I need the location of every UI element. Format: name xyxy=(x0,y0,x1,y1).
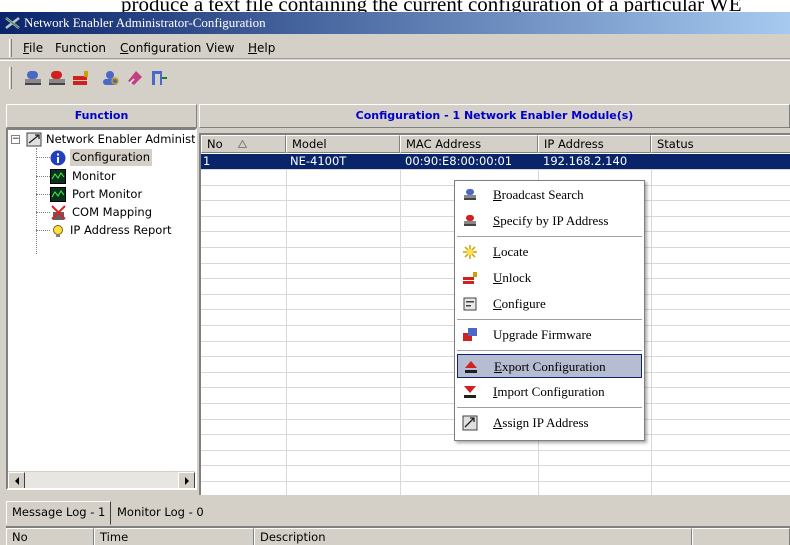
menu-assign-ip[interactable]: Assign IP Address xyxy=(457,411,642,435)
menu-separator xyxy=(457,350,642,351)
menu-unlock[interactable]: Unlock xyxy=(457,266,642,290)
menu-locate[interactable]: Locate xyxy=(457,240,642,264)
grid-column-line xyxy=(400,153,401,495)
monitor-icon xyxy=(50,169,66,184)
log-tabs: Message Log - 1 Monitor Log - 0 xyxy=(0,498,790,528)
config-panel-title: Configuration - 1 Network Enabler Module… xyxy=(199,104,790,128)
locate-icon xyxy=(463,245,477,259)
tree-item-label: Port Monitor xyxy=(72,187,143,201)
menu-import-configuration[interactable]: Import Configuration xyxy=(457,380,642,404)
info-icon xyxy=(50,150,66,166)
menu-function[interactable]: Function xyxy=(52,40,109,56)
grid-header: No Model MAC Address IP Address Status xyxy=(201,135,790,153)
unlock-icon xyxy=(463,272,477,284)
menu-separator xyxy=(457,319,642,320)
cell-no: 1 xyxy=(203,154,211,168)
assign-ip-icon xyxy=(462,415,478,431)
menu-separator xyxy=(457,236,642,237)
tree-connector xyxy=(36,194,50,195)
log-grid: No Time Description xyxy=(6,526,790,545)
specify-ip-icon[interactable] xyxy=(46,67,68,89)
tree-item-label: Configuration xyxy=(70,149,152,166)
tree-connector xyxy=(36,148,37,254)
menu-grip xyxy=(9,39,12,57)
upgrade-firmware-icon xyxy=(463,328,477,341)
configure-icon xyxy=(463,297,477,311)
menu-specify-ip[interactable]: Specify by IP Address xyxy=(457,209,642,233)
app-window: Network Enabler Administrator-Configurat… xyxy=(0,12,790,545)
menu-configuration[interactable]: Configuration xyxy=(117,40,204,56)
col-header-mac[interactable]: MAC Address xyxy=(400,135,538,153)
tree-connector xyxy=(36,157,50,158)
tree-connector xyxy=(36,230,50,231)
col-header-status[interactable]: Status xyxy=(651,135,790,153)
cell-mac: 00:90:E8:00:00:01 xyxy=(405,154,513,168)
tree-root-label: Network Enabler Administrator xyxy=(46,132,196,146)
unlock-icon[interactable] xyxy=(70,67,92,89)
export-icon xyxy=(465,361,477,373)
menu-separator xyxy=(457,407,642,408)
configure-icon[interactable] xyxy=(124,67,146,89)
table-row[interactable]: 1 NE-4100T 00:90:E8:00:00:01 192.168.2.1… xyxy=(201,154,790,169)
menu-file[interactable]: File xyxy=(20,40,46,56)
scroll-left-button[interactable] xyxy=(8,472,25,488)
tree-connector xyxy=(36,176,50,177)
import-icon xyxy=(464,386,476,398)
lightbulb-icon xyxy=(53,225,63,237)
toolbar-grip xyxy=(9,67,12,89)
grid-column-line xyxy=(286,153,287,495)
menu-broadcast-search[interactable]: Broadcast Search xyxy=(457,183,642,207)
arrow-left-icon xyxy=(15,477,19,485)
title-bar[interactable]: Network Enabler Administrator-Configurat… xyxy=(0,12,790,34)
tab-message-log[interactable]: Message Log - 1 xyxy=(6,501,112,525)
menu-upgrade-firmware[interactable]: Upgrade Firmware xyxy=(457,323,642,347)
window-title: Network Enabler Administrator-Configurat… xyxy=(24,15,266,30)
col-header-ip[interactable]: IP Address xyxy=(538,135,651,153)
search-user-icon[interactable] xyxy=(100,67,122,89)
cell-ip: 192.168.2.140 xyxy=(543,154,628,168)
tree-item-label: IP Address Report xyxy=(70,223,172,237)
broadcast-search-icon[interactable] xyxy=(22,67,44,89)
col-header-no[interactable]: No xyxy=(201,135,286,153)
app-icon xyxy=(5,17,20,29)
log-col-extra[interactable] xyxy=(692,528,790,545)
grid-column-line xyxy=(651,153,652,495)
menu-bar: File Function Configuration View Help xyxy=(0,37,790,59)
col-header-label: No xyxy=(207,137,223,151)
grid-row-line xyxy=(201,465,790,466)
menu-help[interactable]: Help xyxy=(245,40,278,56)
toolbar xyxy=(0,60,790,92)
function-panel-title: Function xyxy=(6,104,197,128)
tree-item-label: COM Mapping xyxy=(72,205,153,219)
broadcast-search-icon xyxy=(464,189,476,200)
log-col-description[interactable]: Description xyxy=(254,528,692,545)
menu-configure[interactable]: Configure xyxy=(457,292,642,316)
com-mapping-icon xyxy=(51,205,66,220)
log-col-time[interactable]: Time xyxy=(94,528,254,545)
function-tree: − Network Enabler Administrator Configur… xyxy=(6,128,197,490)
scroll-right-button[interactable] xyxy=(178,472,195,488)
grid-row-line xyxy=(201,481,790,482)
tree-item-label: Monitor xyxy=(72,169,116,183)
grid-row-line xyxy=(201,169,790,170)
log-col-no[interactable]: No xyxy=(6,528,94,545)
tree-connector xyxy=(36,212,50,213)
port-monitor-icon xyxy=(50,187,66,202)
menu-export-configuration[interactable]: Export Configuration xyxy=(457,354,642,378)
col-header-model[interactable]: Model xyxy=(286,135,400,153)
collapse-icon[interactable]: − xyxy=(11,135,20,144)
menu-view[interactable]: View xyxy=(203,40,237,56)
exit-icon[interactable] xyxy=(148,67,170,89)
sort-ascending-icon xyxy=(238,140,247,148)
arrow-right-icon xyxy=(185,477,189,485)
grid-row-line xyxy=(201,450,790,451)
horizontal-scrollbar[interactable] xyxy=(8,471,195,488)
network-enabler-icon xyxy=(26,132,42,147)
menu-upgrade-firmware-label: Upgrade Firmware xyxy=(493,327,592,342)
context-menu: Broadcast Search Specify by IP Address L… xyxy=(454,180,645,441)
tab-monitor-log[interactable]: Monitor Log - 0 xyxy=(112,502,209,524)
specify-ip-icon xyxy=(464,215,476,226)
cell-model: NE-4100T xyxy=(290,154,347,168)
